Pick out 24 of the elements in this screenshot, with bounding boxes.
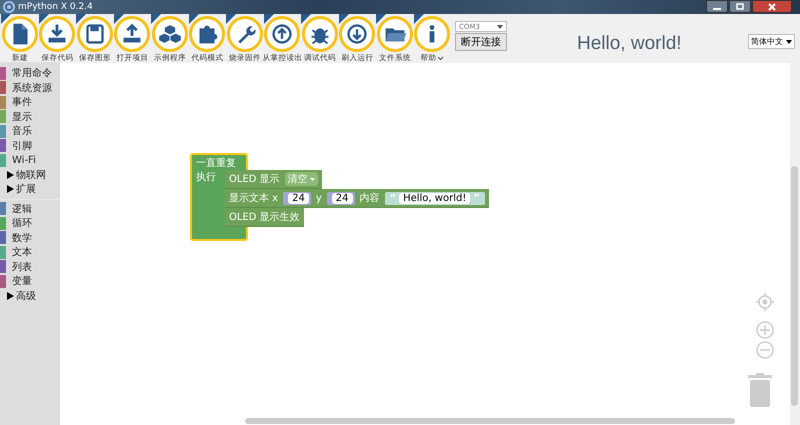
category-item[interactable]: 显示 bbox=[0, 110, 60, 124]
number-block[interactable]: 24 bbox=[326, 192, 354, 204]
category-item[interactable]: 常用命令 bbox=[0, 66, 60, 80]
category-item[interactable]: 系统资源 bbox=[0, 80, 60, 95]
show-text-block[interactable]: 显示文本 x 24 y 24 内容 “ Hello, world! ” bbox=[225, 189, 489, 208]
number-block[interactable]: 24 bbox=[283, 192, 311, 204]
category-item[interactable]: 列表 bbox=[0, 260, 60, 274]
text-block[interactable]: “ Hello, world! ” bbox=[384, 192, 485, 204]
language-select[interactable]: 简体中文 bbox=[748, 34, 795, 49]
category-item[interactable]: 数学 bbox=[0, 230, 60, 245]
category-item[interactable]: 逻辑 bbox=[0, 202, 60, 216]
category-item[interactable]: 文本 bbox=[0, 245, 60, 260]
category-item[interactable]: Wi-Fi bbox=[0, 153, 60, 168]
heading: Hello, world! bbox=[577, 33, 682, 55]
category-item[interactable]: 高级 bbox=[0, 288, 60, 303]
category-item[interactable]: 物联网 bbox=[0, 168, 60, 182]
category-item[interactable]: 变量 bbox=[0, 274, 60, 288]
category-item[interactable]: 循环 bbox=[0, 216, 60, 230]
category-item[interactable]: 扩展 bbox=[0, 182, 60, 196]
window-title: mPython X 0.2.4 bbox=[18, 2, 93, 12]
category-item[interactable]: 事件 bbox=[0, 95, 60, 110]
category-item[interactable]: 引脚 bbox=[0, 138, 60, 153]
category-item[interactable]: 音乐 bbox=[0, 124, 60, 138]
disconnect-button[interactable]: 断开连接 bbox=[455, 33, 507, 51]
